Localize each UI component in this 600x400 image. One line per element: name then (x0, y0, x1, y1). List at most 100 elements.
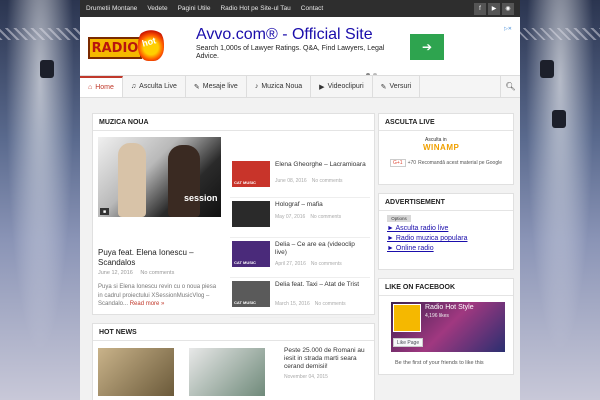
nav-item-versuri[interactable]: ✎ Versuri (373, 76, 421, 97)
facebook-friends-text: Be the first of your friends to like thi… (395, 360, 484, 366)
artist-image (118, 143, 146, 217)
nav-item-label: Videoclipuri (327, 83, 364, 90)
muzica-noua-body: session ■ Puya feat. Elena Ionescu – Sca… (93, 131, 374, 318)
google-plus-count: +70 (407, 160, 417, 166)
nav-item-muzica-noua[interactable]: ♪ Muzica Noua (247, 76, 312, 97)
post-thumbnail[interactable]: CAT MUSIC (232, 241, 270, 267)
post-meta: May 07, 2016 No comments (275, 214, 346, 220)
feature-image[interactable]: session ■ (98, 137, 221, 217)
home-icon: ⌂ (88, 84, 93, 91)
adchoices-icon[interactable]: ▷✕ (504, 26, 512, 32)
rss-icon[interactable]: ◉ (502, 2, 514, 15)
google-plus-widget: G+1 +70 Recomandă acest material pe Goog… (390, 159, 502, 167)
background-light-right (520, 0, 600, 400)
post-comments[interactable]: No comments (140, 270, 174, 276)
post-thumbnail[interactable] (189, 348, 265, 396)
ad-arrow-button[interactable]: ➔ (410, 34, 444, 60)
nav-item-label: Mesaje live (202, 83, 238, 90)
feature-title[interactable]: Puya feat. Elena Ionescu – Scandalos (98, 248, 221, 268)
post-comments[interactable]: No comments (315, 301, 346, 307)
list-item[interactable]: CAT MUSIC Delia feat. Taxi – Atat de Tri… (230, 281, 370, 318)
advertisement-body: Options ► Asculta radio live ► Radio muz… (379, 211, 513, 269)
post-thumbnail[interactable] (232, 201, 270, 227)
post-date: March 15, 2016 (275, 301, 310, 307)
panel-heading: MUZICA NOUA (93, 114, 374, 131)
top-bar: Drumetii Montane Vedete Pagini Utile Rad… (80, 0, 520, 17)
ad-description: Search 1,000s of Lawyer Ratings. Q&A, Fi… (196, 45, 385, 60)
facebook-body: Radio Hot Style 4,196 likes Like Page Be… (379, 296, 513, 374)
nav-item-mesaje-live[interactable]: ✎ Mesaje live (186, 76, 247, 97)
hot-news-panel: HOT NEWS Peste 25.000 de Romani au iesit… (92, 323, 375, 400)
list-item[interactable]: CAT MUSIC Delia – Ce are ea (videoclip l… (230, 241, 370, 278)
winamp-logo[interactable]: WINAMP (423, 143, 459, 152)
post-title[interactable]: Delia feat. Taxi – Atat de Trist (275, 281, 367, 289)
list-item[interactable]: Holograf – mafia May 07, 2016 No comments (230, 201, 370, 238)
pencil-icon: ✎ (380, 83, 387, 91)
feature-excerpt: Puya si Elena Ionescu revin cu o noua pi… (98, 283, 221, 309)
ad-link[interactable]: ► Asculta radio live (387, 224, 505, 234)
header-ad[interactable]: Avvo.com® - Official Site Search 1,000s … (196, 26, 512, 77)
post-title[interactable]: Peste 25.000 de Romani au iesit in strad… (284, 347, 374, 371)
search-icon[interactable]: 🔍︎ (500, 76, 520, 97)
youtube-icon[interactable]: ▶ (488, 2, 500, 15)
post-date: June 08, 2016 (275, 178, 307, 184)
nav-item-videoclipuri[interactable]: ▶ Videoclipuri (311, 76, 373, 97)
logo-text: RADIO (91, 40, 139, 56)
ad-title[interactable]: Avvo.com® - Official Site (196, 26, 512, 44)
pencil-icon: ✎ (193, 83, 200, 91)
post-title[interactable]: Elena Gheorghe – Lacramioara (275, 161, 367, 169)
post-comments[interactable]: No comments (312, 178, 343, 184)
post-thumbnail[interactable]: CAT MUSIC (232, 281, 270, 307)
list-item[interactable]: CAT MUSIC Elena Gheorghe – Lacramioara J… (230, 161, 370, 198)
top-nav: Drumetii Montane Vedete Pagini Utile Rad… (86, 5, 323, 12)
thumbnail-tag: CAT MUSIC (234, 300, 256, 305)
header: RADIO hot Avvo.com® - Official Site Sear… (80, 17, 520, 77)
asculta-live-panel: ASCULTA LIVE Asculta in WINAMP G+1 +70 R… (378, 113, 514, 185)
post-thumbnail[interactable]: CAT MUSIC (232, 161, 270, 187)
muzica-noua-panel: MUZICA NOUA session ■ Puya feat. Elena I… (92, 113, 375, 318)
video-icon: ■ (100, 208, 109, 215)
top-nav-item[interactable]: Pagini Utile (178, 5, 211, 12)
post-thumbnail[interactable] (98, 348, 174, 396)
top-nav-item[interactable]: Radio Hot pe Site-ul Tau (220, 5, 290, 12)
panel-heading: HOT NEWS (93, 324, 374, 341)
panel-heading: ASCULTA LIVE (379, 114, 513, 131)
asculta-live-body: Asculta in WINAMP G+1 +70 Recomandă aces… (379, 131, 513, 184)
post-date: November 04, 2015 (284, 374, 328, 380)
ad-link[interactable]: ► Online radio (387, 244, 505, 254)
facebook-cover[interactable]: Radio Hot Style 4,196 likes Like Page (391, 302, 505, 352)
artist-image (168, 145, 200, 217)
post-title[interactable]: Delia – Ce are ea (videoclip live) (275, 241, 367, 257)
site-logo[interactable]: RADIO hot (88, 27, 164, 63)
flame-icon: hot (138, 27, 164, 61)
post-comments[interactable]: No comments (310, 214, 341, 220)
ad-link[interactable]: ► Radio muzica populara (387, 234, 505, 244)
nav-item-label: Home (95, 84, 114, 91)
post-meta: June 08, 2016 No comments (275, 178, 348, 184)
post-comments[interactable]: No comments (311, 261, 342, 267)
nav-item-asculta-live[interactable]: ♫ Asculta Live (123, 76, 186, 97)
stage-lamp (40, 60, 54, 78)
site-container: Drumetii Montane Vedete Pagini Utile Rad… (80, 0, 520, 400)
top-nav-item[interactable]: Drumetii Montane (86, 5, 137, 12)
post-list: CAT MUSIC Elena Gheorghe – Lacramioara J… (230, 161, 370, 321)
top-nav-item[interactable]: Contact (301, 5, 323, 12)
hot-news-body: Peste 25.000 de Romani au iesit in strad… (93, 341, 374, 400)
google-plus-button[interactable]: G+1 (390, 159, 406, 167)
feature-meta: June 12, 2016 No comments (98, 270, 180, 276)
facebook-icon[interactable]: f (474, 2, 486, 15)
read-more-link[interactable]: Read more » (130, 301, 165, 307)
nav-item-home[interactable]: ⌂ Home (80, 76, 123, 97)
post-meta: April 27, 2016 No comments (275, 261, 347, 267)
facebook-page-name[interactable]: Radio Hot Style (425, 304, 474, 311)
top-nav-item[interactable]: Vedete (147, 5, 167, 12)
main-nav: ⌂ Home ♫ Asculta Live ✎ Mesaje live ♪ Muzica… (80, 75, 520, 98)
post-title[interactable]: Holograf – mafia (275, 201, 367, 209)
panel-heading: LIKE ON FACEBOOK (379, 279, 513, 296)
ad-options-button[interactable]: Options (387, 215, 411, 222)
logo-flame-text: hot (140, 35, 158, 49)
facebook-panel: LIKE ON FACEBOOK Radio Hot Style 4,196 l… (378, 278, 514, 375)
nav-item-label: Versuri (389, 83, 412, 90)
facebook-like-button[interactable]: Like Page (393, 338, 423, 347)
facebook-page-avatar (393, 304, 421, 332)
